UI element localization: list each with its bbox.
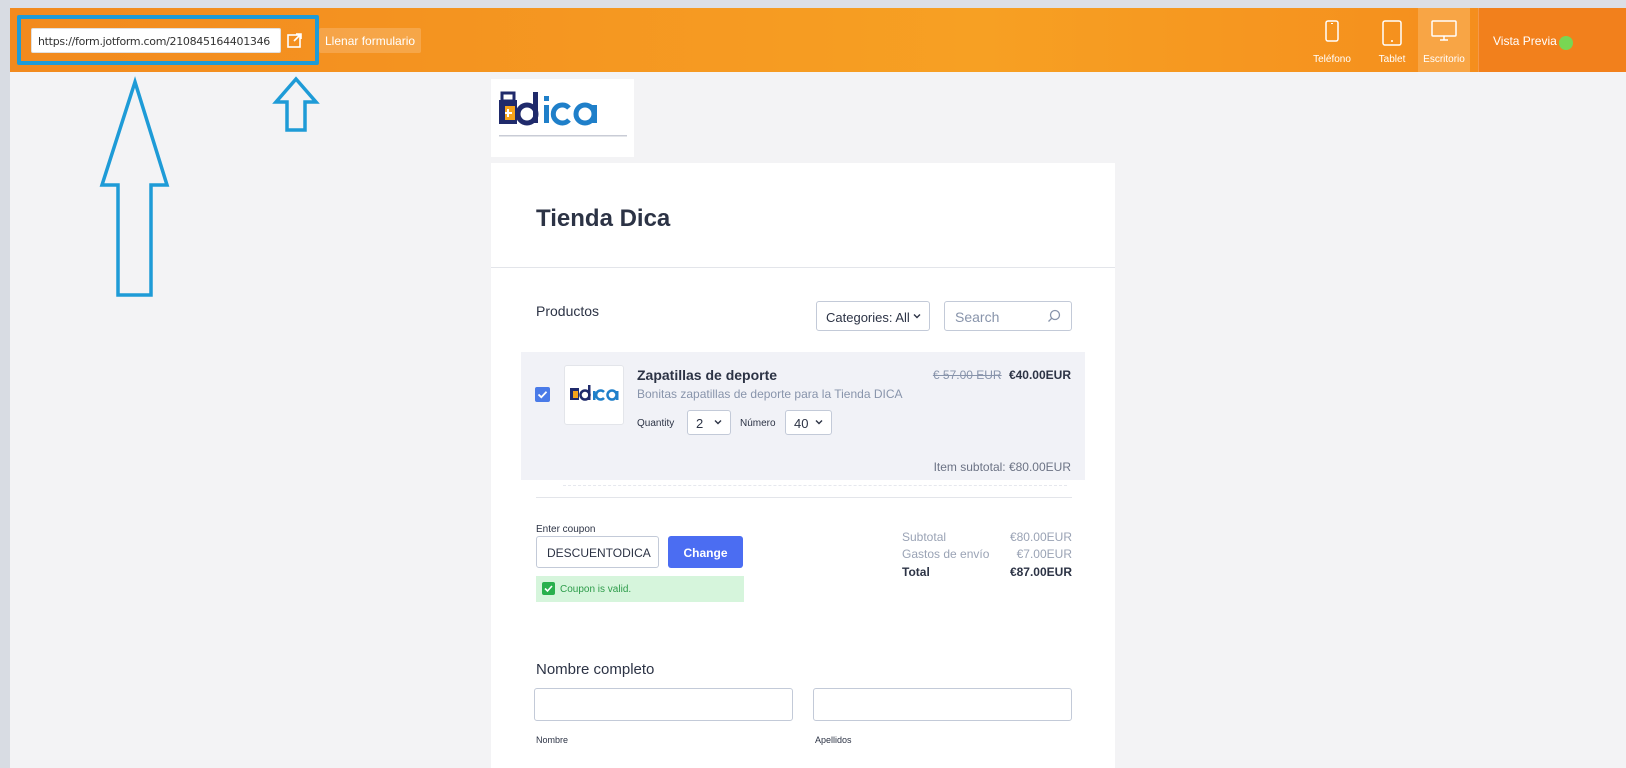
number-value: 40 — [794, 416, 809, 431]
device-tablet-button[interactable]: Tablet — [1366, 8, 1418, 72]
shipping-label: Gastos de envío — [902, 547, 990, 561]
quantity-select[interactable]: 2 — [687, 410, 731, 435]
search-icon — [1048, 309, 1061, 322]
device-desktop-button[interactable]: Escritorio — [1418, 8, 1470, 72]
coupon-label: Enter coupon — [536, 524, 596, 535]
first-name-sublabel: Nombre — [536, 735, 569, 745]
subtotal-value: €80.00EUR — [1009, 530, 1072, 544]
coupon-status-text: Coupon is valid. — [560, 584, 632, 595]
chevron-down-icon — [815, 420, 823, 425]
fill-form-button[interactable]: Llenar formulario — [319, 28, 422, 53]
form-title: Tienda Dica — [536, 205, 671, 232]
device-label: Escritorio — [1423, 54, 1465, 65]
left-rail — [0, 0, 10, 768]
products-label: Productos — [536, 303, 600, 319]
checkmark-icon — [537, 391, 548, 399]
desktop-icon — [1431, 20, 1457, 41]
device-label: Teléfono — [1313, 54, 1351, 65]
device-phone-button[interactable]: Teléfono — [1306, 8, 1358, 72]
quantity-label: Quantity — [637, 418, 675, 429]
total-label: Total — [902, 565, 930, 579]
product-name: Zapatillas de deporte — [637, 367, 778, 383]
chevron-down-icon — [913, 314, 921, 319]
total-value: €87.00EUR — [1009, 565, 1072, 579]
tablet-icon — [1382, 20, 1402, 46]
product-old-price: € 57.00 EUR — [932, 368, 1002, 382]
quantity-value: 2 — [696, 416, 704, 431]
check-icon — [542, 582, 555, 595]
summary-divider — [536, 497, 1072, 498]
toggle-on-indicator — [1559, 36, 1573, 50]
number-select[interactable]: 40 — [785, 410, 832, 435]
product-description: Bonitas zapatillas de deporte para la Ti… — [637, 387, 903, 401]
full-name-label: Nombre completo — [536, 661, 655, 678]
subtotal-label: Subtotal — [902, 530, 947, 544]
coupon-input[interactable]: DESCUENTODICA — [536, 536, 659, 568]
search-placeholder: Search — [955, 309, 1000, 325]
product-new-price: €40.00EUR — [1008, 368, 1071, 382]
annotation-arrow-large — [99, 76, 170, 297]
annotation-arrow-small — [272, 76, 320, 132]
last-name-input[interactable] — [813, 688, 1072, 721]
product-checkbox[interactable] — [535, 387, 550, 402]
chevron-down-icon — [714, 420, 722, 425]
number-label: Número — [740, 418, 776, 429]
form-card: Tienda Dica Productos Categories: All Se… — [491, 163, 1115, 768]
product-price: € 57.00 EUR €40.00EUR — [933, 368, 1071, 382]
product-search-input[interactable]: Search — [944, 301, 1072, 331]
product-item[interactable]: Zapatillas de deporte Bonitas zapatillas… — [521, 352, 1085, 480]
phone-icon — [1325, 20, 1339, 42]
last-name-sublabel: Apellidos — [815, 735, 852, 745]
shipping-value: €7.00EUR — [1016, 547, 1072, 561]
categories-value: Categories: All — [826, 310, 910, 325]
coupon-valid-message: Coupon is valid. — [536, 576, 744, 602]
header-divider — [491, 267, 1115, 268]
preview-toggle[interactable]: Vista Previa — [1478, 8, 1626, 72]
change-coupon-button[interactable]: Change — [668, 536, 743, 568]
dashed-divider — [563, 485, 1067, 486]
brand-logo — [491, 79, 634, 157]
product-image — [564, 365, 624, 425]
browser-top-strip — [0, 0, 1626, 8]
categories-select[interactable]: Categories: All — [816, 301, 930, 331]
annotation-highlight-box — [17, 15, 319, 65]
device-label: Tablet — [1378, 54, 1406, 65]
first-name-input[interactable] — [534, 688, 793, 721]
item-subtotal: Item subtotal: €80.00EUR — [933, 460, 1071, 474]
preview-label: Vista Previa — [1493, 34, 1557, 48]
